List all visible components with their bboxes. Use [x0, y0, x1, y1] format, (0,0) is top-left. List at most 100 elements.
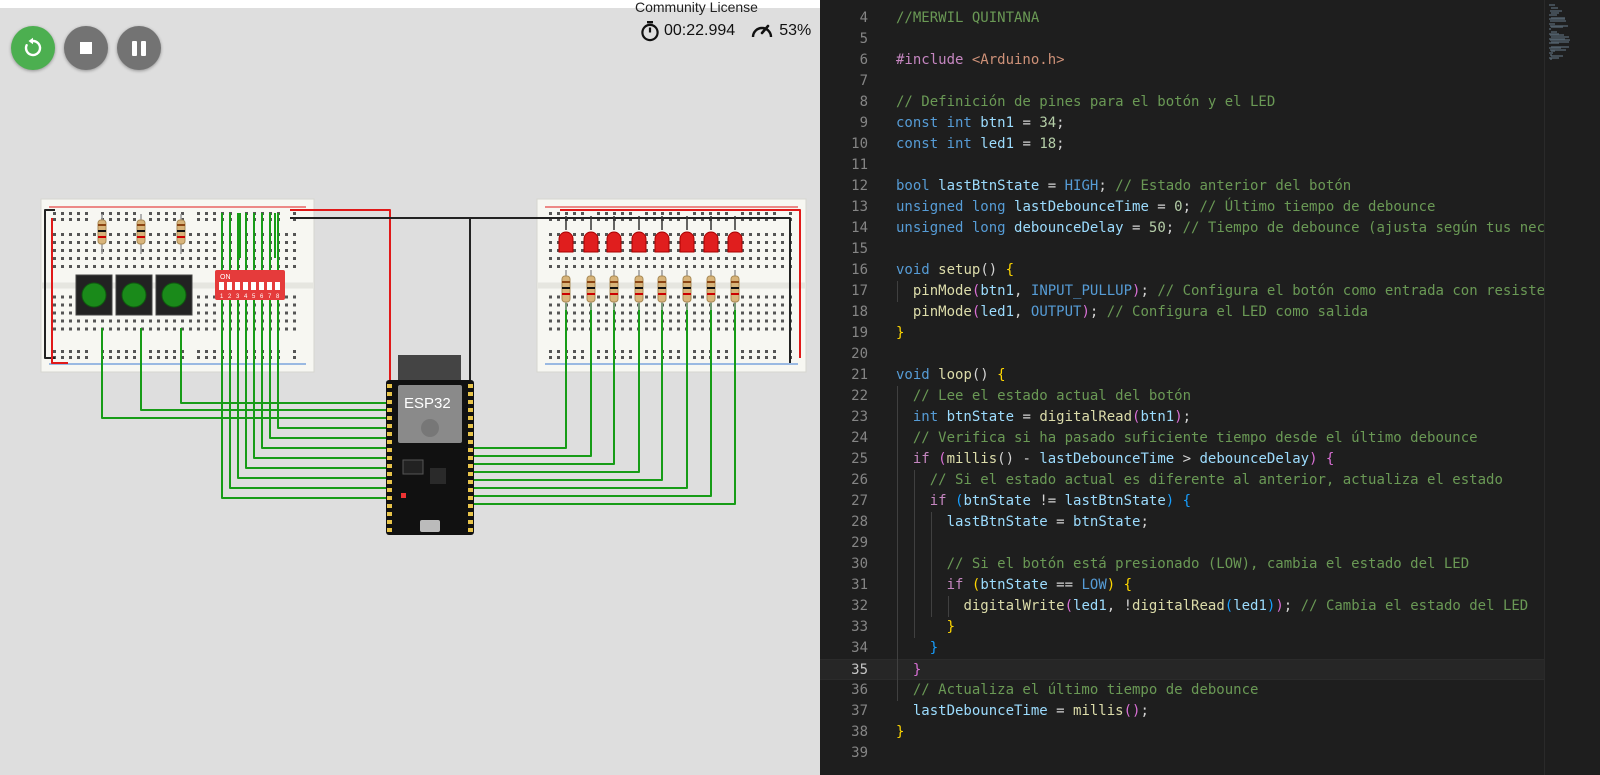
code-line[interactable]: 30 // Si el botón está presionado (LOW),… — [820, 554, 1548, 575]
code-line[interactable]: 32 digitalWrite(led1, !digitalRead(led1)… — [820, 596, 1548, 617]
hole — [149, 350, 152, 353]
code-line[interactable]: 10 const int led1 = 18; — [820, 134, 1548, 155]
hole — [693, 356, 696, 359]
hole — [677, 233, 680, 236]
code-line[interactable]: 28 lastBtnState = btnState; — [820, 512, 1548, 533]
code-line[interactable]: 4 //MERWIL QUINTANA — [820, 8, 1548, 29]
hole — [677, 350, 680, 353]
hole — [61, 212, 64, 215]
code-text: // Lee el estado actual del botón — [896, 386, 1191, 407]
code-line[interactable]: 34 } — [820, 638, 1548, 659]
hole — [85, 257, 88, 260]
stop-button[interactable] — [64, 26, 108, 70]
pushbutton-cap-1[interactable] — [81, 282, 107, 308]
hole — [701, 356, 704, 359]
hole — [69, 295, 72, 299]
hole — [117, 212, 120, 215]
code-line[interactable]: 33 } — [820, 617, 1548, 638]
hole — [205, 319, 208, 323]
code-line[interactable]: 39 — [820, 743, 1548, 764]
hole — [749, 265, 752, 268]
code-line[interactable]: 7 — [820, 71, 1548, 92]
hole — [293, 233, 296, 236]
code-line[interactable]: 20 — [820, 344, 1548, 365]
code-line[interactable]: 11 — [820, 155, 1548, 176]
dip-switch[interactable]: ON1 2 3 4 5 6 7 8 — [215, 270, 285, 300]
hole — [285, 303, 288, 307]
code-line[interactable]: 36 // Actualiza el último tiempo de debo… — [820, 680, 1548, 701]
code-line[interactable]: 27 if (btnState != lastBtnState) { — [820, 491, 1548, 512]
indent-guide — [913, 470, 915, 638]
code-line[interactable]: 22 // Lee el estado actual del botón — [820, 386, 1548, 407]
dip-toggle — [219, 282, 224, 290]
pushbutton-cap-3[interactable] — [161, 282, 187, 308]
restart-button[interactable] — [11, 26, 55, 70]
hole — [197, 241, 200, 244]
hole — [117, 356, 120, 359]
hole — [165, 241, 168, 244]
hole — [757, 319, 760, 323]
code-line[interactable]: 25 if (millis() - lastDebounceTime > deb… — [820, 449, 1548, 470]
code-token: = — [1014, 409, 1040, 425]
code-line[interactable]: 31 if (btnState == LOW) { — [820, 575, 1548, 596]
code-line[interactable]: 26 // Si el estado actual es diferente a… — [820, 470, 1548, 491]
code-line[interactable]: 12 bool lastBtnState = HIGH; // Estado an… — [820, 176, 1548, 197]
esp32-board[interactable]: ESP32 — [386, 355, 474, 535]
code-line[interactable]: 14 unsigned long debounceDelay = 50; // T… — [820, 218, 1548, 239]
code-line[interactable]: 21 void loop() { — [820, 365, 1548, 386]
code-line[interactable]: 18 pinMode(led1, OUTPUT); // Configura e… — [820, 302, 1548, 323]
code-token: btnState — [963, 493, 1031, 509]
hole — [757, 327, 760, 331]
code-line[interactable]: 23 int btnState = digitalRead(btn1); — [820, 407, 1548, 428]
minimap-line — [1551, 26, 1563, 29]
code-token: } — [896, 325, 905, 341]
hole — [549, 356, 552, 359]
code-line[interactable]: 24 // Verifica si ha pasado suficiente t… — [820, 428, 1548, 449]
code-line[interactable]: 29 — [820, 533, 1548, 554]
hole — [621, 257, 624, 260]
hole — [61, 356, 64, 359]
hole — [125, 265, 128, 268]
hole — [781, 257, 784, 260]
simulation-panel[interactable]: Community License ON 1 2 3 4 5 6 7 8 ESP32 00:22.… — [0, 0, 820, 775]
hole — [149, 265, 152, 268]
code-line[interactable]: 6 #include <Arduino.h> — [820, 50, 1548, 71]
code-line[interactable]: 38} — [820, 722, 1548, 743]
code-line[interactable]: 19} — [820, 323, 1548, 344]
hole — [581, 257, 584, 260]
circuit-canvas[interactable]: ON1 2 3 4 5 6 7 8 ESP32 — [0, 8, 820, 775]
hole — [77, 327, 80, 331]
hole — [93, 265, 96, 268]
hole — [629, 257, 632, 260]
code-token: unsigned long — [896, 220, 1015, 236]
code-line[interactable]: 37 lastDebounceTime = millis(); — [820, 701, 1548, 722]
code-line[interactable]: 35 } — [820, 659, 1548, 680]
pushbutton-cap-2[interactable] — [121, 282, 147, 308]
hole — [693, 319, 696, 323]
code-token: , — [1014, 283, 1031, 299]
code-line[interactable]: 15 — [820, 239, 1548, 260]
hole — [765, 249, 768, 252]
code-line[interactable]: 13 unsigned long lastDebounceTime = 0; //… — [820, 197, 1548, 218]
code-text: const int led1 = 18; — [896, 134, 1065, 155]
hole — [701, 257, 704, 260]
hole — [693, 295, 696, 299]
hole — [173, 265, 176, 268]
code-line[interactable]: 16 void setup() { — [820, 260, 1548, 281]
minimap[interactable] — [1544, 0, 1600, 775]
pause-button[interactable] — [117, 26, 161, 70]
hole — [197, 295, 200, 299]
code-line[interactable]: 17 pinMode(btn1, INPUT_PULLUP); // Confi… — [820, 281, 1548, 302]
code-text: } — [896, 722, 904, 743]
hole — [661, 257, 664, 260]
indent-guide — [930, 512, 932, 617]
code-line[interactable]: 8 // Definición de pines para el botón y … — [820, 92, 1548, 113]
code-editor[interactable]: 4 //MERWIL QUINTANA 5 6 #include <Arduino.h>… — [820, 0, 1600, 775]
code-token: lastBtnState — [1064, 493, 1166, 509]
code-line[interactable]: 5 — [820, 29, 1548, 50]
hole — [557, 265, 560, 268]
hole — [733, 265, 736, 268]
hole — [701, 311, 704, 315]
code-line[interactable]: 9 const int btn1 = 34; — [820, 113, 1548, 134]
hole — [557, 311, 560, 315]
